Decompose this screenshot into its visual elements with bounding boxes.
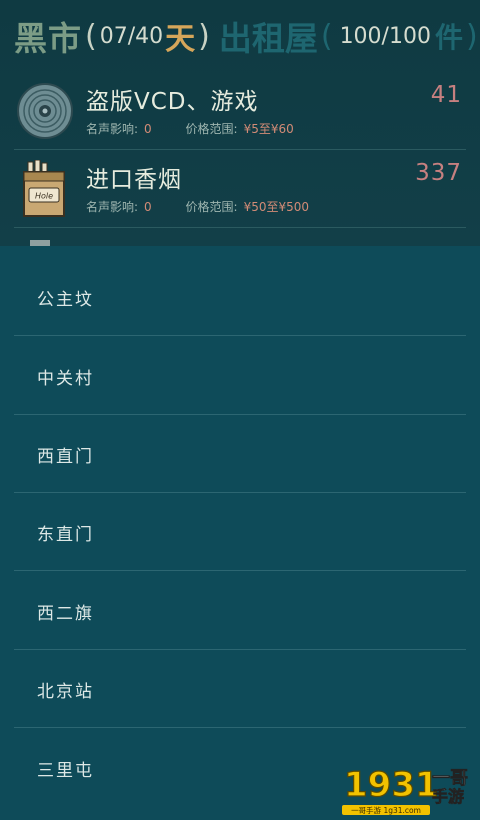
location-option[interactable]: 北京站: [14, 650, 466, 728]
location-label: 西直门: [37, 446, 94, 467]
price-range-label: 价格范围:: [185, 200, 238, 214]
svg-text:手游: 手游: [432, 787, 464, 806]
cigarette-pack-icon: Hole: [23, 160, 65, 217]
location-label: 公主坟: [37, 289, 94, 310]
goods-meta: 名声影响: 0 价格范围: ¥5至¥60: [86, 120, 294, 137]
capacity-counter: 100/100: [339, 23, 431, 49]
capacity-unit: 件: [434, 21, 463, 54]
goods-name: 盗版VCD、游戏: [86, 89, 259, 115]
goods-row[interactable]: Hole 进口香烟 337 名声影响: 0 价格范围: ¥50至¥500: [0, 150, 480, 228]
location-dropdown: 公主坟 中关村 西直门 东直门 西二旗 北京站 三里屯: [0, 246, 480, 820]
option-divider: [14, 570, 466, 571]
goods-name: 进口香烟: [86, 167, 182, 193]
goods-row[interactable]: 盗版VCD、游戏 41 名声影响: 0 价格范围: ¥5至¥60: [0, 72, 480, 150]
disc-icon: [17, 83, 73, 139]
svg-text:1931: 1931: [344, 765, 439, 805]
location-option[interactable]: 中关村: [14, 337, 466, 415]
price-range-value: ¥5至¥60: [243, 122, 294, 136]
day-unit: 天: [165, 22, 196, 57]
reputation-value: 0: [144, 200, 152, 214]
location-option[interactable]: 东直门: [14, 493, 466, 571]
price-range-value: ¥50至¥500: [243, 200, 310, 214]
goods-price: 41: [430, 82, 462, 108]
day-open-paren: (: [85, 18, 97, 54]
option-divider: [14, 335, 466, 336]
goods-meta: 名声影响: 0 价格范围: ¥50至¥500: [86, 198, 309, 215]
svg-text:一哥: 一哥: [432, 768, 468, 789]
location-label: 东直门: [37, 524, 94, 545]
svg-text:一哥手游 1g31.com: 一哥手游 1g31.com: [351, 805, 421, 815]
location-label: 西二旗: [37, 603, 94, 624]
option-divider: [14, 727, 466, 728]
day-counter: 07/40: [99, 23, 164, 49]
location-label: 中关村: [37, 368, 94, 389]
black-market-title: 黑市: [14, 19, 82, 58]
location-label: 北京站: [37, 681, 94, 702]
svg-text:Hole: Hole: [35, 192, 53, 201]
market-header: 黑市 ( 07/40 天 ) 出租屋 ( 100/100 件 ): [0, 0, 480, 72]
capacity-close-paren: ): [465, 18, 478, 54]
market-screen: 黑市 ( 07/40 天 ) 出租屋 ( 100/100 件 ) 盗版VCD、游…: [0, 0, 480, 246]
goods-price: 337: [415, 160, 462, 186]
goods-row-partial: [0, 228, 480, 246]
price-range-label: 价格范围:: [185, 122, 238, 136]
location-label: 三里屯: [37, 760, 94, 781]
reputation-label: 名声影响:: [86, 200, 139, 214]
rental-house-title: 出租屋: [218, 19, 318, 58]
location-option[interactable]: 西直门: [14, 415, 466, 493]
capacity-open-paren: (: [320, 18, 333, 54]
reputation-label: 名声影响:: [86, 122, 139, 136]
location-option[interactable]: 西二旗: [14, 572, 466, 650]
reputation-value: 0: [144, 122, 152, 136]
site-watermark-logo: 1931 一哥 手游 一哥手游 1g31.com: [342, 764, 468, 815]
day-close-paren: ): [198, 18, 210, 54]
location-option[interactable]: 公主坟: [14, 258, 466, 336]
